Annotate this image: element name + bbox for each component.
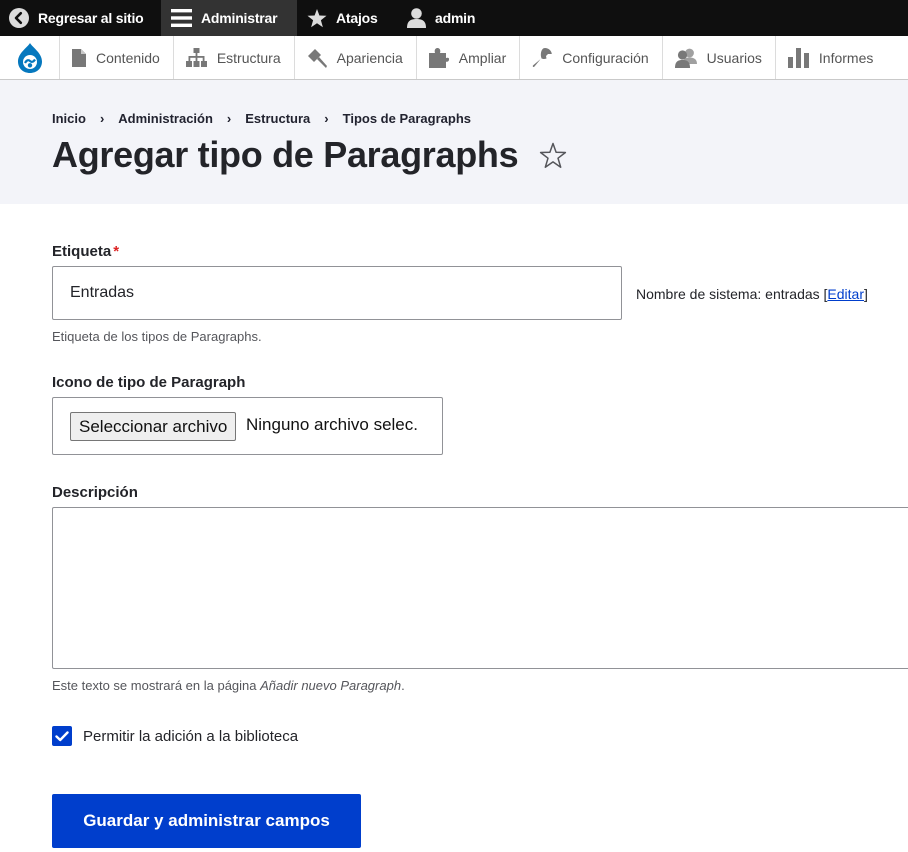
puzzle-icon <box>428 47 449 68</box>
label-input[interactable] <box>52 266 622 320</box>
menu-item-structure[interactable]: Estructura <box>174 36 295 79</box>
page-header: Inicio › Administración › Estructura › T… <box>0 80 908 204</box>
drupal-drop-icon <box>17 42 42 73</box>
machine-name: Nombre de sistema: entradas [Editar] <box>636 286 868 302</box>
drupal-logo-link[interactable] <box>0 36 60 79</box>
manage-label: Administrar <box>201 10 278 26</box>
users-icon <box>674 48 697 68</box>
breadcrumb-link-paragraph-types[interactable]: Tipos de Paragraphs <box>343 111 471 126</box>
user-tab[interactable]: admin <box>397 0 475 36</box>
library-checkbox[interactable] <box>52 726 72 746</box>
user-label: admin <box>435 10 476 26</box>
back-to-site-link[interactable]: Regresar al sitio <box>0 0 161 36</box>
required-marker: * <box>113 243 120 260</box>
label-help-text: Etiqueta de los tipos de Paragraphs. <box>52 329 262 344</box>
menu-item-appearance[interactable]: Apariencia <box>295 36 417 79</box>
hamburger-icon <box>171 9 192 27</box>
description-textarea[interactable] <box>52 507 908 669</box>
file-status-text: Ninguno archivo selec. <box>246 415 418 434</box>
icon-field-label: Icono de tipo de Paragraph <box>52 374 246 391</box>
menu-item-label: Apariencia <box>336 49 403 66</box>
brush-icon <box>307 48 327 68</box>
admin-toolbar: Regresar al sitio Administrar Atajos adm… <box>0 0 908 36</box>
bar-chart-icon <box>787 47 809 68</box>
breadcrumb-separator: › <box>324 111 329 126</box>
breadcrumb-separator: › <box>226 111 232 126</box>
menu-item-configuration[interactable]: Configuración <box>520 36 663 79</box>
wrench-icon <box>533 47 553 67</box>
menu-item-label: Informes <box>818 49 874 66</box>
shortcuts-tab[interactable]: Atajos <box>297 0 397 36</box>
breadcrumb-link-structure[interactable]: Estructura <box>245 111 310 126</box>
chevron-left-circle-icon <box>9 8 29 28</box>
page-title: Agregar tipo de Paragraphs <box>52 134 519 175</box>
menu-item-label: Ampliar <box>458 49 507 66</box>
file-icon <box>72 48 86 67</box>
breadcrumb-separator: › <box>99 111 105 126</box>
description-help-suffix: . <box>401 678 405 693</box>
description-help-emphasis: Añadir nuevo Paragraph <box>260 678 402 693</box>
shortcuts-label: Atajos <box>336 10 378 26</box>
menu-item-label: Configuración <box>562 49 649 66</box>
description-help-text: Este texto se mostrará en la página Añad… <box>52 678 405 693</box>
star-icon <box>307 8 327 27</box>
breadcrumb-link-home[interactable]: Inicio <box>52 111 86 126</box>
menu-item-content[interactable]: Contenido <box>60 36 174 79</box>
back-to-site-label: Regresar al sitio <box>38 10 144 26</box>
icon-file-field: Seleccionar archivo Ninguno archivo sele… <box>52 397 443 455</box>
menu-item-people[interactable]: Usuarios <box>663 36 776 79</box>
select-file-button[interactable]: Seleccionar archivo <box>70 412 237 441</box>
admin-menu: Contenido Estructura Apariencia Ampliar <box>0 36 908 80</box>
label-field-text: Etiqueta <box>52 243 112 260</box>
menu-item-label: Usuarios <box>706 49 762 66</box>
menu-item-reports[interactable]: Informes <box>776 36 886 79</box>
breadcrumb: Inicio › Administración › Estructura › T… <box>52 111 471 126</box>
user-icon <box>407 8 426 28</box>
sitemap-icon <box>185 48 207 67</box>
label-field-label: Etiqueta * <box>52 243 119 260</box>
description-help-prefix: Este texto se mostrará en la página <box>52 678 261 693</box>
breadcrumb-link-administration[interactable]: Administración <box>118 111 213 126</box>
checkmark-icon <box>55 730 69 741</box>
menu-item-extend[interactable]: Ampliar <box>417 36 521 79</box>
favorite-star-icon[interactable] <box>539 142 567 169</box>
library-checkbox-label[interactable]: Permitir la adición a la biblioteca <box>83 728 298 745</box>
menu-item-label: Estructura <box>216 49 281 66</box>
manage-tab[interactable]: Administrar <box>161 0 297 36</box>
machine-name-edit-link[interactable]: Editar <box>827 286 864 302</box>
machine-name-text: Nombre de sistema: entradas <box>636 286 820 302</box>
save-and-manage-fields-button[interactable]: Guardar y administrar campos <box>52 794 361 848</box>
description-field-label: Descripción <box>52 484 138 501</box>
menu-item-label: Contenido <box>96 49 160 66</box>
